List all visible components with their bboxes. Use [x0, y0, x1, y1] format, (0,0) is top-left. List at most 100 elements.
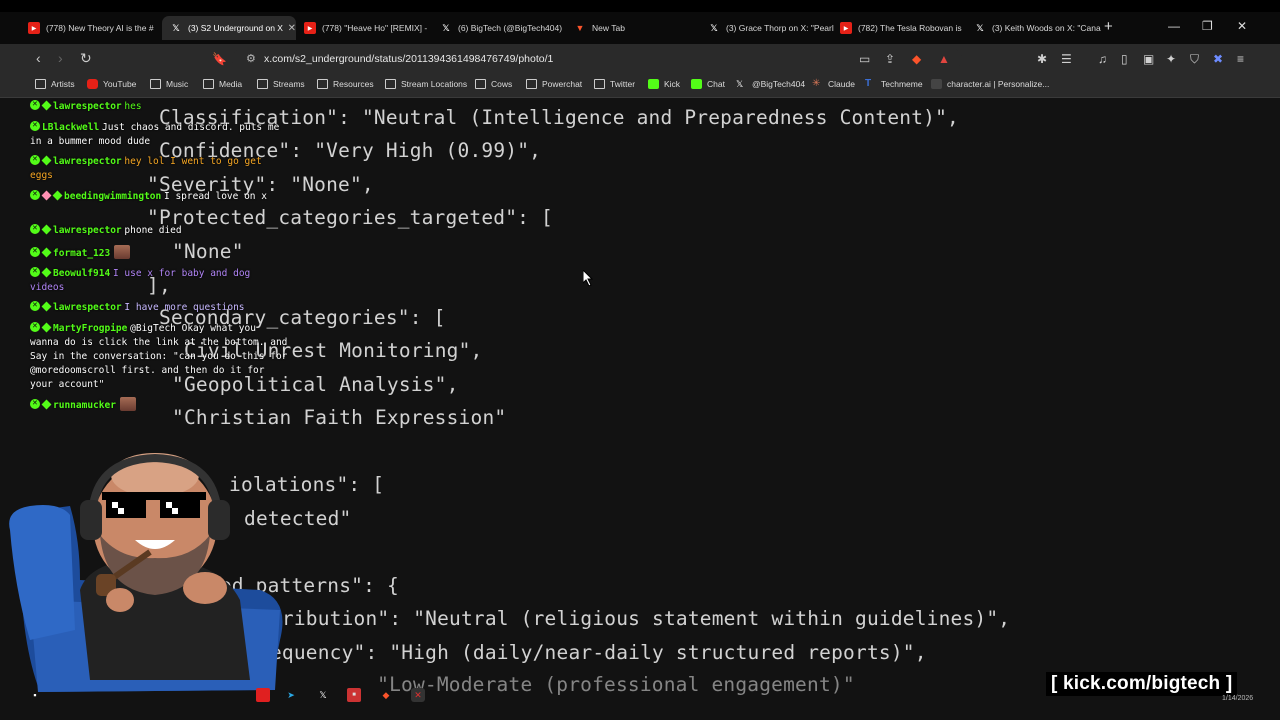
bookmark-claude[interactable]: ✳ Claude	[812, 78, 855, 90]
minimize-icon[interactable]: —	[1168, 19, 1180, 33]
subscriber-badge-icon	[41, 247, 52, 258]
bookmark-music[interactable]: Music	[150, 79, 188, 89]
bookmark-cows[interactable]: Cows	[475, 79, 512, 89]
leo-ai-icon[interactable]: ✦	[1166, 52, 1176, 66]
chat-message: format_123	[30, 245, 290, 261]
gift-badge-icon	[41, 190, 52, 201]
bookmark-techmeme[interactable]: T Techmeme	[865, 78, 923, 90]
bookmark-streams[interactable]: Streams	[257, 79, 305, 89]
sidebar-icon[interactable]: ▯	[1121, 52, 1128, 66]
bookmark-bigtech404[interactable]: 𝕏 @BigTech404	[736, 79, 805, 89]
brave-rewards-icon[interactable]: ▲	[938, 52, 950, 66]
navigation-bar: ‹ › ↻ 🔖 ⚙ x.com/s2_underground/status/20…	[0, 44, 1280, 74]
subscriber-badge-icon	[41, 224, 52, 235]
bookmark-media[interactable]: Media	[203, 79, 242, 89]
youtube-icon: ▶	[28, 22, 40, 34]
folder-icon	[385, 79, 396, 89]
chat-message: runnamucker	[30, 397, 290, 413]
subscriber-badge-icon	[52, 190, 63, 201]
kick-badge-icon	[30, 397, 40, 411]
tab-7[interactable]: 𝕏 (3) Keith Woods on X: "Cana	[970, 16, 1104, 40]
claude-icon: ✳	[812, 78, 821, 89]
vpn-icon[interactable]: ⛉	[1190, 52, 1199, 67]
bookmarks-bar: Artists YouTube Music Media Streams Reso…	[0, 74, 1280, 98]
tab-0[interactable]: ▶ (778) New Theory AI is the #	[28, 16, 162, 40]
kick-badge-icon	[30, 153, 40, 167]
folder-icon	[317, 79, 328, 89]
code-line: ntribution": "Neutral (religious stateme…	[258, 607, 1011, 630]
chat-message: Beowulf914 I use x for baby and dog vide…	[30, 265, 290, 295]
extensions-icon[interactable]: ✱	[1037, 52, 1047, 66]
bookmark-chat[interactable]: Chat	[691, 79, 725, 89]
tab-strip: ▶ (778) New Theory AI is the # 𝕏 (3) S2 …	[0, 12, 1280, 44]
bookmark-powerchat[interactable]: Powerchat	[526, 79, 582, 89]
voice-app-icon[interactable]: ■	[347, 688, 361, 702]
extension-x-icon[interactable]: ✖	[1213, 52, 1223, 66]
folder-icon	[35, 79, 46, 89]
active-app-icon[interactable]: ✕	[411, 688, 425, 702]
chat-emote-icon	[114, 245, 131, 259]
folder-icon	[594, 79, 605, 89]
subscriber-badge-icon	[41, 399, 52, 410]
start-icon[interactable]: ▪	[28, 688, 42, 702]
folder-icon	[526, 79, 537, 89]
chat-message: LBlackwell Just chaos and discord. puts …	[30, 119, 290, 149]
back-icon[interactable]: ‹	[36, 50, 41, 66]
bookmark-icon[interactable]: 🔖	[212, 52, 227, 66]
subscriber-badge-icon	[41, 155, 52, 166]
close-window-icon[interactable]: ✕	[1237, 19, 1247, 33]
kick-badge-icon	[30, 245, 40, 259]
kick-badge-icon	[30, 222, 40, 236]
chat-message: beedingwimmington I spread love on x	[30, 188, 290, 204]
cast-icon[interactable]: ▭	[859, 52, 870, 66]
address-bar[interactable]: ⚙ x.com/s2_underground/status/2011394361…	[232, 48, 962, 70]
forward-icon[interactable]: ›	[58, 50, 63, 66]
tab-2[interactable]: ▶ (778) "Heave Ho" [REMIX] -	[300, 16, 434, 40]
bookmark-characterai[interactable]: character.ai | Personalize...	[931, 79, 1049, 89]
bookmark-kick[interactable]: Kick	[648, 79, 680, 89]
kick-icon	[648, 79, 659, 89]
reading-list-icon[interactable]: ☰	[1061, 52, 1072, 66]
menu-icon[interactable]: ≡	[1237, 52, 1244, 66]
share-icon[interactable]: ⇪	[885, 52, 895, 66]
wallet-icon[interactable]: ▣	[1143, 52, 1154, 66]
mouse-cursor-icon	[583, 270, 593, 286]
maximize-icon[interactable]: ❐	[1202, 19, 1213, 33]
media-icon[interactable]: ♫	[1098, 52, 1107, 66]
tab-1[interactable]: 𝕏 (3) S2 Underground on X ✕	[162, 16, 296, 40]
tab-5[interactable]: 𝕏 (3) Grace Thorp on X: "Pearl	[704, 16, 838, 40]
x-icon[interactable]: 𝕏	[316, 688, 330, 702]
chat-emote-icon	[119, 397, 136, 411]
site-info-icon[interactable]: ⚙	[246, 52, 256, 65]
reload-icon[interactable]: ↻	[80, 50, 92, 67]
tab-4[interactable]: ▼ New Tab	[570, 16, 704, 40]
techmeme-icon: T	[865, 78, 872, 89]
app-icon[interactable]	[256, 688, 270, 702]
new-tab-button[interactable]: +	[1104, 18, 1113, 35]
characterai-icon	[931, 79, 942, 89]
code-line: requency": "High (daily/near-daily struc…	[258, 641, 927, 664]
brave-icon[interactable]: ◆	[379, 688, 393, 702]
bookmark-youtube[interactable]: YouTube	[87, 79, 136, 89]
chat-message: MartyFrogpipe @BigTech Okay what you wan…	[30, 320, 290, 392]
brave-shields-icon[interactable]: ◆	[912, 52, 921, 66]
bookmark-resources[interactable]: Resources	[317, 79, 374, 89]
telegram-icon[interactable]: ➤	[284, 688, 298, 702]
youtube-icon	[87, 79, 98, 89]
tab-3[interactable]: 𝕏 (6) BigTech (@BigTech404)	[436, 16, 570, 40]
youtube-icon: ▶	[840, 22, 852, 34]
kick-badge-icon	[30, 265, 40, 279]
folder-icon	[257, 79, 268, 89]
bookmark-stream-locations[interactable]: Stream Locations	[385, 79, 467, 89]
bookmark-artists[interactable]: Artists	[35, 79, 75, 89]
folder-icon	[475, 79, 486, 89]
bookmark-twitter[interactable]: Twitter	[594, 79, 635, 89]
folder-icon	[150, 79, 161, 89]
tab-6[interactable]: ▶ (782) The Tesla Robovan is	[836, 16, 970, 40]
brave-icon: ▼	[575, 23, 585, 33]
kick-icon	[691, 79, 702, 89]
chat-message: lawrespector phone died	[30, 222, 290, 238]
x-icon: 𝕏	[736, 79, 744, 89]
close-tab-icon[interactable]: ✕	[288, 23, 296, 34]
folder-icon	[203, 79, 214, 89]
